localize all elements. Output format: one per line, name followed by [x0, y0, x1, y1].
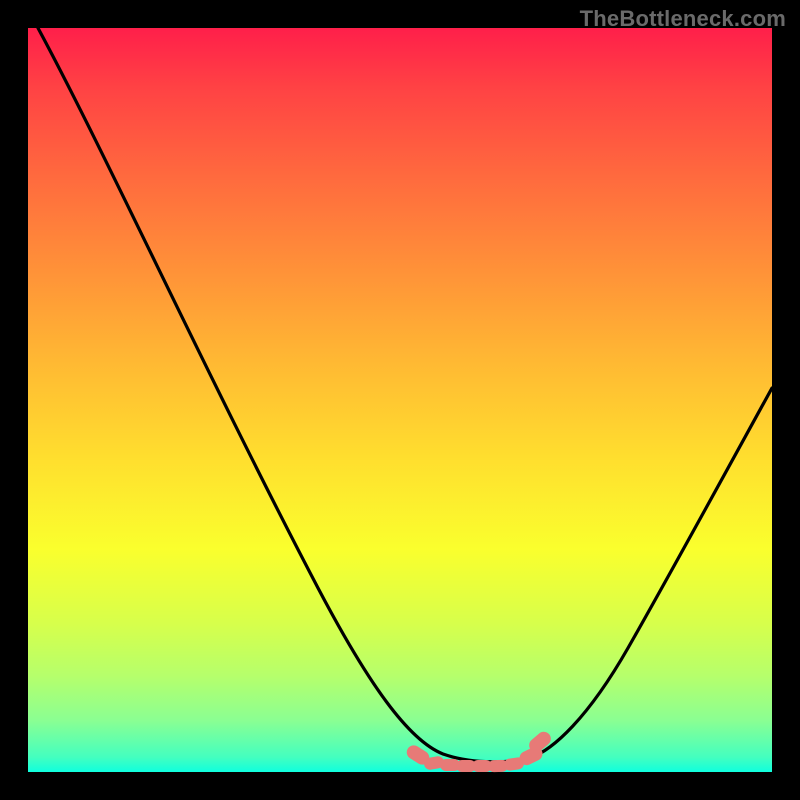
- curve-path: [38, 28, 772, 762]
- watermark-text: TheBottleneck.com: [580, 6, 786, 32]
- chart-plot-area: [28, 28, 772, 772]
- bottleneck-curve: [28, 28, 772, 772]
